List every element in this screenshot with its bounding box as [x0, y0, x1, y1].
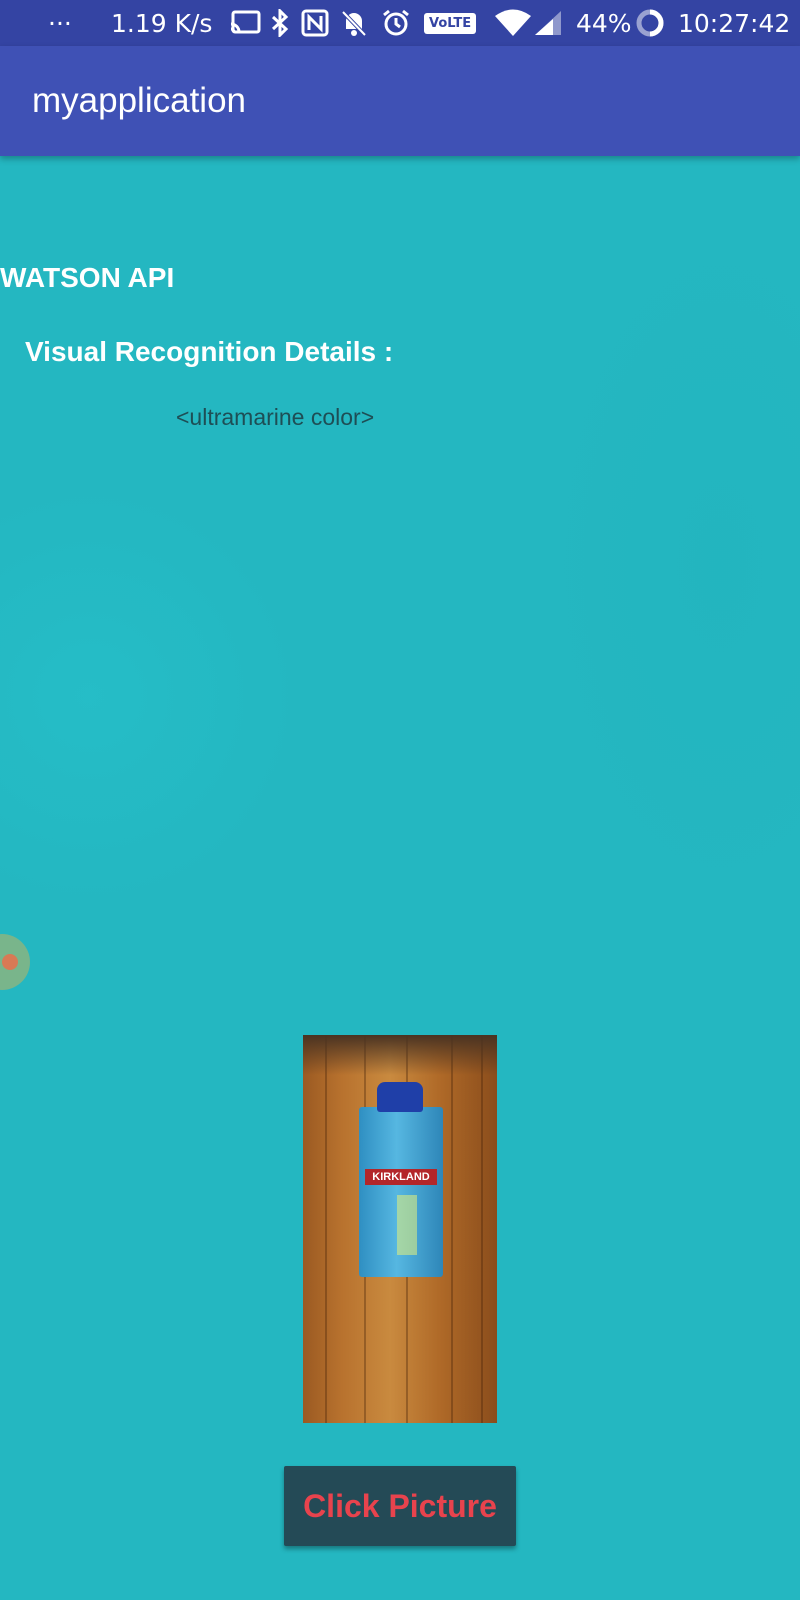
volte-badge: VoLTE	[424, 12, 477, 34]
bottle-cap	[377, 1082, 423, 1112]
watson-api-heading: WATSON API	[0, 262, 175, 293]
recognition-result: <ultramarine color>	[176, 404, 375, 430]
status-bar: ··· 1.19 K/s VoLTE 44% 10:27:42	[0, 0, 800, 46]
battery-level: 44%	[576, 8, 632, 38]
nfc-icon	[301, 0, 329, 46]
captured-photo: KIRKLAND	[303, 1035, 497, 1423]
battery-saver-icon	[636, 0, 664, 46]
clock: 10:27:42	[678, 8, 791, 38]
signal-icon	[533, 0, 563, 46]
more-notifications-icon: ···	[48, 8, 72, 38]
app-title: myapplication	[32, 81, 246, 120]
app-bar: myapplication	[0, 46, 800, 156]
click-picture-button[interactable]: Click Picture	[284, 1466, 516, 1546]
floating-handle-icon[interactable]	[0, 934, 30, 990]
mute-icon	[341, 0, 367, 46]
carton: KIRKLAND	[359, 1107, 443, 1277]
wifi-icon	[494, 0, 532, 46]
network-speed: 1.19 K/s	[111, 8, 213, 38]
alarm-icon	[381, 0, 411, 46]
cast-icon	[229, 0, 261, 46]
main-content: WATSON API Visual Recognition Details : …	[0, 156, 800, 1600]
bluetooth-icon	[270, 0, 290, 46]
volte-icon: VoLTE	[424, 0, 477, 46]
background-glow	[540, 216, 800, 916]
carton-brand: KIRKLAND	[365, 1169, 437, 1185]
background-glow	[0, 486, 300, 906]
visual-recognition-heading: Visual Recognition Details :	[25, 336, 394, 367]
